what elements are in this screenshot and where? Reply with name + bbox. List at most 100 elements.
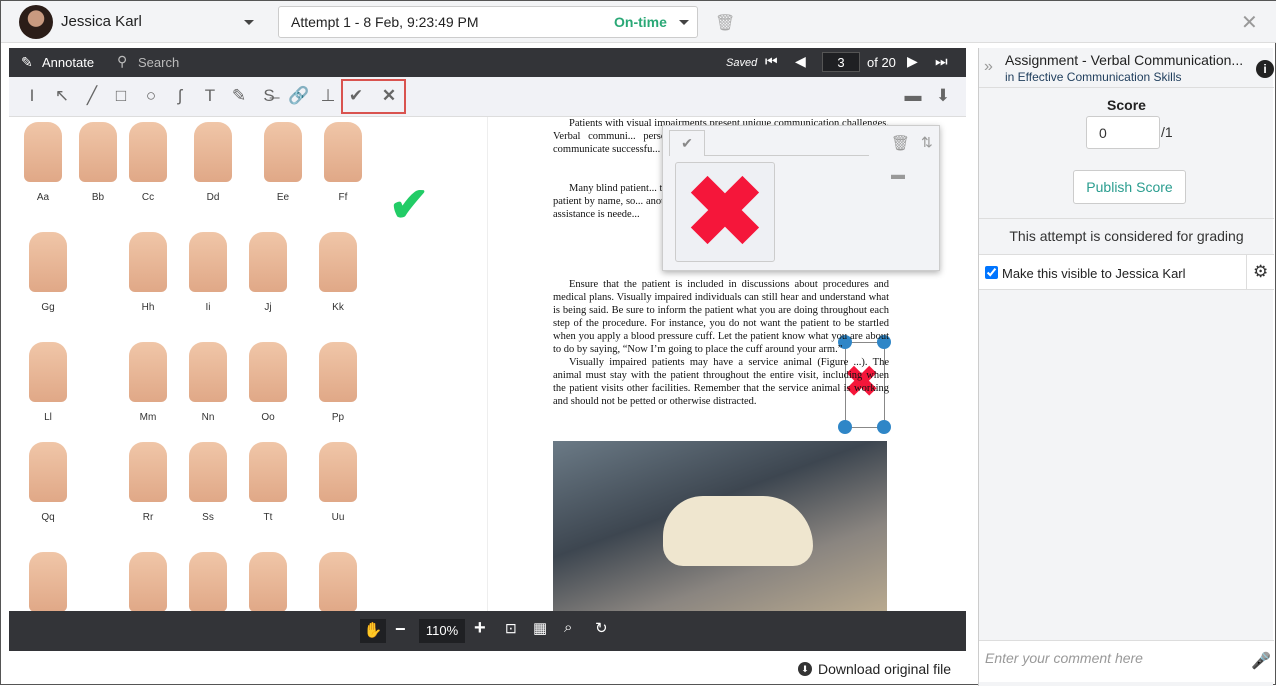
- highlighter-icon[interactable]: ✎: [227, 86, 251, 106]
- zoom-area-icon[interactable]: ⌕: [564, 619, 572, 636]
- last-page-icon[interactable]: ⏭: [935, 53, 948, 70]
- stamp-picker-popup: ✔ ✖ 🗑 ⇅ ▬: [662, 125, 940, 271]
- collapse-panel-icon[interactable]: »: [984, 58, 993, 76]
- cross-stamp-option[interactable]: ✖: [675, 162, 775, 263]
- score-label: Score: [1107, 97, 1146, 113]
- visibility-checkbox[interactable]: [985, 266, 998, 279]
- zoom-in-icon[interactable]: +: [474, 617, 486, 640]
- dog-figure: [663, 496, 813, 566]
- hand-sign-label: Ss: [202, 512, 214, 523]
- resize-handle[interactable]: [877, 420, 891, 434]
- attempt-select[interactable]: Attempt 1 - 8 Feb, 9:23:49 PM On-time: [278, 6, 698, 38]
- annotate-button[interactable]: Annotate: [42, 55, 94, 70]
- zoom-level[interactable]: 110%: [419, 619, 465, 643]
- hand-sign-label: Dd: [206, 192, 220, 203]
- score-max: /1: [1161, 124, 1173, 140]
- line-icon[interactable]: ╱: [80, 86, 104, 106]
- chevron-down-icon[interactable]: [244, 20, 254, 25]
- hand-sign-label: Kk: [332, 302, 344, 313]
- sort-icon[interactable]: ⇅: [921, 134, 933, 151]
- hand-sign-image: [79, 122, 117, 182]
- hand-sign-image: [129, 442, 167, 502]
- gear-icon[interactable]: ⚙: [1253, 262, 1268, 282]
- hand-sign-label: Jj: [264, 302, 272, 313]
- assignment-title: Assignment - Verbal Communication...: [1005, 52, 1244, 68]
- delete-attempt-icon[interactable]: 🗑: [715, 13, 735, 33]
- checkmark-annotation[interactable]: ✔: [389, 177, 429, 233]
- rectangle-icon[interactable]: □: [109, 86, 133, 106]
- guide-dog-photo: [553, 441, 887, 611]
- checkmark-tab[interactable]: ✔: [669, 130, 705, 156]
- trash-icon[interactable]: 🗑: [891, 134, 910, 152]
- status-badge: On-time: [614, 14, 667, 30]
- course-name: in Effective Communication Skills: [1005, 70, 1182, 84]
- comment-box[interactable]: Enter your comment here 🎤: [979, 640, 1274, 682]
- hand-sign-label: Ee: [276, 192, 290, 203]
- prev-page-icon[interactable]: ◀: [795, 53, 806, 70]
- download-circle-icon: ⬇: [798, 662, 812, 676]
- hand-sign-image: [189, 342, 227, 402]
- text-cursor-icon[interactable]: I: [20, 86, 44, 106]
- microphone-icon[interactable]: 🎤: [1251, 651, 1271, 671]
- avatar: [19, 5, 53, 39]
- first-page-icon[interactable]: ⏮: [765, 53, 778, 70]
- freehand-icon[interactable]: ʃ: [168, 86, 192, 106]
- strikethrough-icon[interactable]: S̶: [257, 86, 281, 106]
- stamp-icon[interactable]: ⊥: [316, 86, 340, 106]
- checkmark-icon[interactable]: ✔: [344, 86, 368, 106]
- grid-view-icon[interactable]: ▦: [533, 619, 547, 637]
- hand-sign-label: Oo: [261, 412, 275, 423]
- comment-icon[interactable]: ▬: [901, 86, 925, 106]
- hand-sign-image: [189, 552, 227, 611]
- zoom-out-icon[interactable]: −: [395, 619, 406, 640]
- hand-sign-label: Rr: [142, 512, 154, 523]
- hand-sign-image: [129, 342, 167, 402]
- page-number-input[interactable]: 3: [822, 52, 860, 72]
- hand-sign-image: [249, 442, 287, 502]
- hand-sign-image: [129, 122, 167, 182]
- publish-score-button[interactable]: Publish Score: [1073, 170, 1186, 204]
- hand-sign-image: [319, 342, 357, 402]
- tab-divider: [705, 155, 869, 156]
- hand-sign-label: Gg: [41, 302, 55, 313]
- hand-sign-label: Pp: [331, 412, 345, 423]
- document-canvas[interactable]: Aa Bb Cc Dd Ee Ff Gg Hh Ii Jj Kk Ll Mm Nn Oo Pp Qq Rr Ss Tt…: [9, 117, 966, 611]
- text-icon[interactable]: T: [198, 86, 222, 106]
- arrow-icon[interactable]: ↖: [50, 86, 74, 106]
- close-icon[interactable]: ✕: [1241, 10, 1258, 35]
- comment-input[interactable]: Enter your comment here: [985, 650, 1143, 666]
- student-name[interactable]: Jessica Karl: [61, 13, 142, 30]
- zoom-toolbar: ✋ − 110% + ⊡ ▦ ⌕ ↻: [9, 611, 966, 651]
- search-icon: ⚲: [117, 53, 128, 69]
- hand-sign-image: [249, 552, 287, 611]
- search-button[interactable]: Search: [138, 55, 179, 70]
- pencil-icon: ✎: [21, 54, 33, 70]
- comment-icon[interactable]: ▬: [891, 166, 905, 182]
- rotate-icon[interactable]: ↻: [595, 619, 608, 637]
- hand-sign-image: [29, 552, 67, 611]
- cross-icon[interactable]: ✕: [377, 86, 401, 106]
- info-icon[interactable]: i: [1256, 60, 1274, 78]
- grading-note: This attempt is considered for grading: [1009, 228, 1244, 244]
- fit-width-icon[interactable]: ⊡: [505, 620, 517, 637]
- download-icon[interactable]: ⬇: [931, 86, 955, 106]
- pan-hand-icon[interactable]: ✋: [360, 619, 386, 643]
- hand-sign-label: Ii: [205, 302, 211, 313]
- visibility-row: Make this visible to Jessica Karl ⚙: [979, 254, 1274, 290]
- link-icon[interactable]: 🔗: [287, 86, 311, 106]
- visibility-label: Make this visible to Jessica Karl: [1002, 266, 1186, 281]
- next-page-icon[interactable]: ▶: [907, 53, 918, 70]
- circle-icon[interactable]: ○: [139, 86, 163, 106]
- download-original-link[interactable]: Download original file: [818, 661, 951, 677]
- chevron-down-icon: [679, 20, 689, 25]
- resize-handle[interactable]: [838, 420, 852, 434]
- hand-sign-label: Hh: [141, 302, 155, 313]
- hand-sign-image: [324, 122, 362, 182]
- hand-sign-image: [319, 232, 357, 292]
- divider: [979, 87, 1274, 88]
- hand-sign-label: Qq: [41, 512, 55, 523]
- score-input[interactable]: 0: [1086, 116, 1160, 149]
- hand-sign-image: [24, 122, 62, 182]
- hand-sign-image: [194, 122, 232, 182]
- top-bar: Jessica Karl Attempt 1 - 8 Feb, 9:23:49 …: [1, 1, 1276, 43]
